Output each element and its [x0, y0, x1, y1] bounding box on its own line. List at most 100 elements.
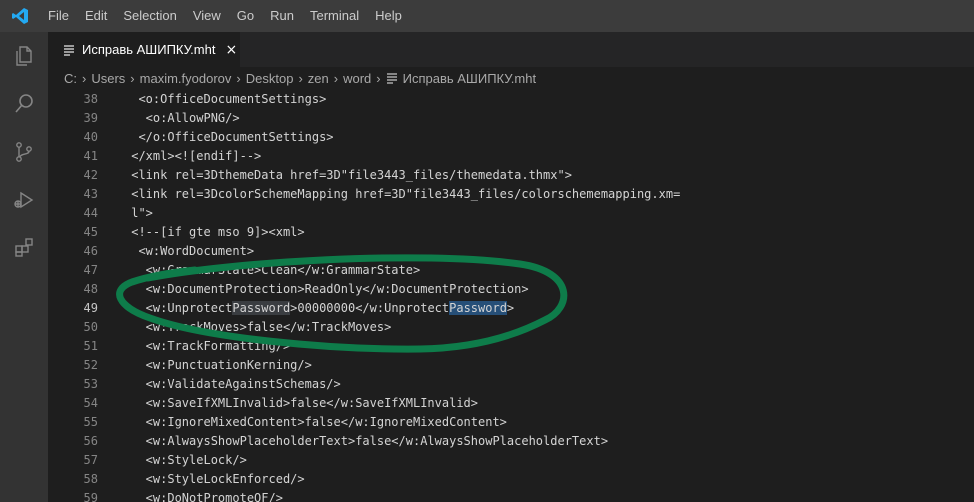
code-text: </xml><![endif]-->: [124, 149, 262, 163]
line-number: 55: [83, 415, 98, 429]
code-text: </o:OfficeDocumentSettings>: [124, 130, 334, 144]
menu-edit[interactable]: Edit: [77, 0, 115, 32]
run-debug-icon[interactable]: [0, 176, 48, 224]
code-line: 54 <w:SaveIfXMLInvalid>false</w:SaveIfXM…: [48, 394, 974, 413]
code-line: 58 <w:StyleLockEnforced/>: [48, 470, 974, 489]
breadcrumb-item[interactable]: C:: [64, 71, 77, 86]
vscode-logo-icon: [4, 0, 36, 32]
code-line: 50 <w:TrackMoves>false</w:TrackMoves>: [48, 318, 974, 337]
code-fragment: <w:Unprotect: [124, 301, 233, 315]
code-text: <w:PunctuationKerning/>: [124, 358, 312, 372]
chevron-right-icon: ›: [333, 70, 339, 86]
code-text: <o:OfficeDocumentSettings>: [124, 92, 327, 106]
code-line: 42 <link rel=3DthemeData href=3D"file344…: [48, 166, 974, 185]
close-icon[interactable]: ×: [225, 43, 237, 57]
line-number: 44: [83, 206, 98, 220]
code-text: <w:AlwaysShowPlaceholderText>false</w:Al…: [124, 434, 609, 448]
search-icon[interactable]: [0, 80, 48, 128]
code-text: <o:AllowPNG/>: [124, 111, 240, 125]
menu-run[interactable]: Run: [262, 0, 302, 32]
code-text: <w:UnprotectPassword>00000000</w:Unprote…: [124, 299, 514, 318]
line-number: 49: [83, 301, 98, 315]
menu-selection[interactable]: Selection: [115, 0, 184, 32]
code-editor[interactable]: 38 <o:OfficeDocumentSettings> 39 <o:Allow…: [48, 89, 974, 502]
code-text: <w:DocumentProtection>ReadOnly</w:Docume…: [124, 282, 529, 296]
code-text: <w:IgnoreMixedContent>false</w:IgnoreMix…: [124, 415, 507, 429]
code-text: <w:StyleLock/>: [124, 453, 247, 467]
code-line: 51 <w:TrackFormatting/>: [48, 337, 974, 356]
code-text: <w:TrackMoves>false</w:TrackMoves>: [124, 320, 392, 334]
code-line: 38 <o:OfficeDocumentSettings>: [48, 90, 974, 109]
menu-file[interactable]: File: [40, 0, 77, 32]
file-icon: [64, 44, 74, 56]
code-line: 44 l">: [48, 204, 974, 223]
breadcrumb-item[interactable]: zen: [308, 71, 329, 86]
source-control-icon[interactable]: [0, 128, 48, 176]
code-line: 43 <link rel=3DcolorSchemeMapping href=3…: [48, 185, 974, 204]
code-fragment: >: [506, 301, 515, 315]
code-line: 39 <o:AllowPNG/>: [48, 109, 974, 128]
code-line: 57 <w:StyleLock/>: [48, 451, 974, 470]
explorer-icon[interactable]: [0, 32, 48, 80]
code-line: 49 <w:UnprotectPassword>00000000</w:Unpr…: [48, 299, 974, 318]
breadcrumb-item[interactable]: maxim.fyodorov: [140, 71, 232, 86]
breadcrumb-item[interactable]: Desktop: [246, 71, 294, 86]
file-icon: [386, 73, 397, 84]
line-number: 50: [83, 320, 98, 334]
line-number: 39: [83, 111, 98, 125]
extensions-icon[interactable]: [0, 224, 48, 272]
breadcrumb-item[interactable]: Исправь АШИПКУ.mht: [403, 71, 536, 86]
code-line: 47 <w:GrammarState>Clean</w:GrammarState…: [48, 261, 974, 280]
code-text: <w:WordDocument>: [124, 244, 255, 258]
code-fragment: >00000000</w:Unprotect: [290, 301, 450, 315]
line-number: 38: [83, 92, 98, 106]
code-line: 41 </xml><![endif]-->: [48, 147, 974, 166]
chevron-right-icon: ›: [130, 70, 135, 86]
line-number: 51: [83, 339, 98, 353]
code-line: 53 <w:ValidateAgainstSchemas/>: [48, 375, 974, 394]
menu-terminal[interactable]: Terminal: [302, 0, 367, 32]
line-number: 58: [83, 472, 98, 486]
code-line: 40 </o:OfficeDocumentSettings>: [48, 128, 974, 147]
code-text: <w:TrackFormatting/>: [124, 339, 291, 353]
code-line: 48 <w:DocumentProtection>ReadOnly</w:Doc…: [48, 280, 974, 299]
line-number: 48: [83, 282, 98, 296]
tab-bar: Исправь АШИПКУ.mht ×: [48, 32, 974, 67]
breadcrumb-item[interactable]: Users: [91, 71, 125, 86]
line-number: 56: [83, 434, 98, 448]
menu-bar: File Edit Selection View Go Run Terminal Help: [40, 0, 410, 32]
menu-go[interactable]: Go: [229, 0, 262, 32]
code-text: <w:GrammarState>Clean</w:GrammarState>: [124, 263, 421, 277]
line-number: 54: [83, 396, 98, 410]
tab-file[interactable]: Исправь АШИПКУ.mht ×: [48, 32, 240, 67]
line-number: 57: [83, 453, 98, 467]
chevron-right-icon: ›: [376, 70, 381, 86]
code-text: <link rel=3DthemeData href=3D"file3443_f…: [124, 168, 572, 182]
chevron-right-icon: ›: [82, 70, 87, 86]
code-line: 56 <w:AlwaysShowPlaceholderText>false</w…: [48, 432, 974, 451]
line-number: 47: [83, 263, 98, 277]
code-text: <w:SaveIfXMLInvalid>false</w:SaveIfXMLIn…: [124, 396, 479, 410]
line-number: 59: [83, 491, 98, 502]
line-number: 45: [83, 225, 98, 239]
line-number: 41: [83, 149, 98, 163]
code-line: 46 <w:WordDocument>: [48, 242, 974, 261]
code-text: <link rel=3DcolorSchemeMapping href=3D"f…: [124, 187, 681, 201]
line-number: 43: [83, 187, 98, 201]
line-number: 52: [83, 358, 98, 372]
code-line: 45 <!--[if gte mso 9]><xml>: [48, 223, 974, 242]
line-number: 40: [83, 130, 98, 144]
chevron-right-icon: ›: [298, 70, 303, 86]
menu-view[interactable]: View: [185, 0, 229, 32]
code-text: l">: [124, 206, 153, 220]
breadcrumb: C: › Users › maxim.fyodorov › Desktop › zen › word…: [48, 67, 974, 89]
code-text: <w:DoNotPromoteQF/>: [124, 491, 283, 502]
tab-label: Исправь АШИПКУ.mht: [82, 42, 216, 57]
code-line: 52 <w:PunctuationKerning/>: [48, 356, 974, 375]
line-number: 53: [83, 377, 98, 391]
code-text: <w:ValidateAgainstSchemas/>: [124, 377, 341, 391]
menu-help[interactable]: Help: [367, 0, 410, 32]
line-number: 46: [83, 244, 98, 258]
breadcrumb-item[interactable]: word: [343, 71, 371, 86]
line-number: 42: [83, 168, 98, 182]
